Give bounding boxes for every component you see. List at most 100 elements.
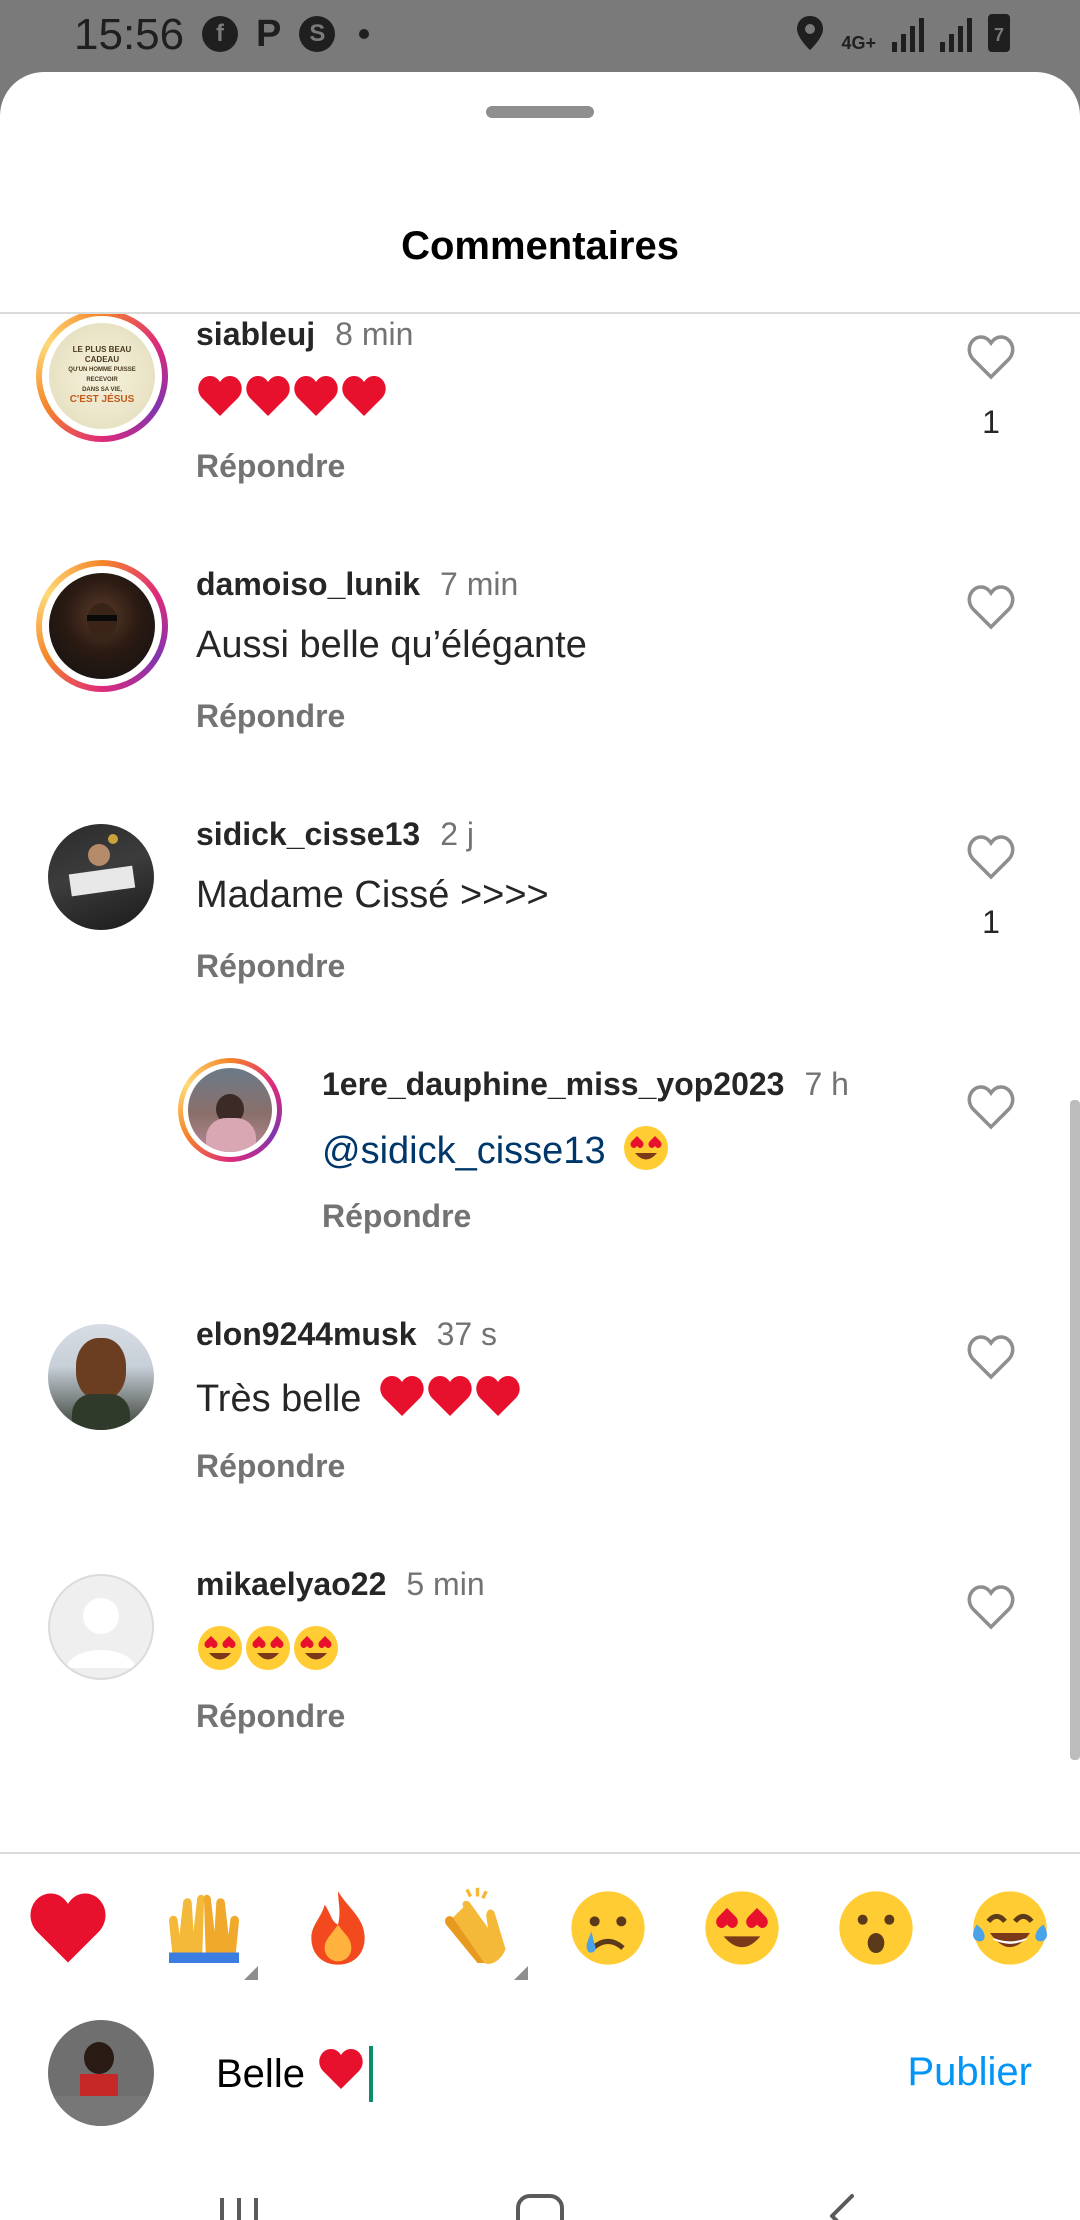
reply-item: 1ere_dauphine_miss_yop2023 7 h @sidick_ci… — [0, 1048, 1080, 1298]
avatar[interactable] — [188, 1068, 272, 1152]
avatar[interactable] — [48, 1574, 154, 1680]
avatar[interactable]: LE PLUS BEAU CADEAU QU'UN HOMME PUISSE R… — [49, 323, 155, 429]
reply-button[interactable]: Répondre — [196, 448, 345, 485]
system-status-icons: 4G+ 7 — [795, 14, 1010, 52]
reply-button[interactable]: Répondre — [322, 1198, 471, 1235]
like-heart-icon[interactable] — [966, 1584, 1016, 1630]
story-ring[interactable]: LE PLUS BEAU CADEAU QU'UN HOMME PUISSE R… — [36, 314, 168, 442]
facebook-icon: f — [202, 16, 238, 52]
reply-button[interactable]: Répondre — [196, 948, 345, 985]
publish-button[interactable]: Publier — [907, 2050, 1032, 2095]
like-count: 1 — [982, 904, 1000, 940]
mention-link[interactable]: @sidick_cisse13 — [322, 1130, 606, 1172]
surprised-face-icon — [839, 1891, 913, 1965]
comment-text: Très belle — [196, 1374, 522, 1428]
comment-username[interactable]: sidick_cisse13 2 j — [196, 816, 474, 853]
heart-emoji — [196, 374, 244, 428]
comment-input-value[interactable]: Belle — [216, 2052, 305, 2097]
sheet-title: Commentaires — [401, 224, 679, 268]
emoji-heart-eyes-button[interactable] — [698, 1884, 786, 1972]
heart-emoji — [340, 374, 388, 428]
reply-button[interactable]: Répondre — [196, 1448, 345, 1485]
comment-text-value: Très belle — [196, 1378, 362, 1421]
story-ring[interactable] — [178, 1058, 282, 1162]
avatar-text: C'EST JÉSUS — [69, 394, 135, 405]
emoji-clapping-button[interactable] — [430, 1884, 528, 1980]
own-avatar[interactable] — [48, 2020, 154, 2126]
heart-eyes-icon — [705, 1891, 779, 1965]
default-user-icon — [66, 1598, 136, 1668]
comment-item: elon9244musk 37 s Très belle Répondre — [0, 1298, 1080, 1548]
like-heart-icon[interactable] — [966, 334, 1016, 380]
comment-username[interactable]: 1ere_dauphine_miss_yop2023 7 h — [322, 1066, 849, 1103]
heart-emoji — [426, 1374, 474, 1428]
more-notifications-icon — [359, 29, 370, 39]
heart-eyes-emoji — [292, 1624, 340, 1682]
emoji-fire-button[interactable] — [294, 1884, 382, 1972]
heart-emoji — [378, 1374, 426, 1428]
system-nav-bar — [0, 2150, 1080, 2220]
username[interactable]: elon9244musk — [196, 1316, 417, 1352]
s-app-icon: S — [299, 16, 336, 52]
heart-emoji-icon — [30, 1893, 106, 1963]
comment-username[interactable]: elon9244musk 37 s — [196, 1316, 497, 1353]
like-heart-icon[interactable] — [966, 834, 1016, 880]
comment-text: Aussi belle qu’élégante — [196, 624, 587, 666]
comment-text — [196, 374, 388, 428]
emoji-heart-button[interactable] — [24, 1884, 112, 1972]
avatar[interactable] — [49, 573, 155, 679]
clapping-hands-icon — [445, 1887, 506, 1964]
comment-composer: Belle Publier — [0, 2000, 1080, 2150]
heart-emoji — [474, 1374, 522, 1428]
emoji-surprised-button[interactable] — [832, 1884, 920, 1972]
comment-text: @sidick_cisse13 — [322, 1124, 670, 1182]
like-count: 1 — [982, 404, 1000, 440]
comment-time: 37 s — [436, 1316, 498, 1352]
comment-item: sidick_cisse13 2 j Madame Cissé >>>> Répo… — [0, 798, 1080, 1048]
username[interactable]: siableuj — [196, 316, 315, 352]
back-icon[interactable] — [822, 2190, 862, 2220]
crying-face-icon — [571, 1891, 645, 1965]
comment-username[interactable]: damoiso_lunik 7 min — [196, 566, 518, 603]
comment-input[interactable]: Belle — [216, 2046, 373, 2102]
comment-time: 7 h — [804, 1066, 849, 1102]
scrollbar[interactable] — [1070, 1100, 1080, 1760]
like-heart-icon[interactable] — [966, 584, 1016, 630]
heart-emoji — [292, 374, 340, 428]
comment-text: Madame Cissé >>>> — [196, 874, 549, 916]
status-bar: 15:56 f P S 4G+ 7 — [0, 0, 1080, 72]
emoji-laughing-button[interactable] — [966, 1884, 1054, 1972]
heart-eyes-emoji — [244, 1624, 292, 1682]
comment-username[interactable]: mikaelyao22 5 min — [196, 1566, 485, 1603]
username[interactable]: sidick_cisse13 — [196, 816, 420, 852]
comment-username[interactable]: siableuj 8 min — [196, 316, 413, 353]
emoji-crying-button[interactable] — [564, 1884, 652, 1972]
comments-sheet: Commentaires LE PLUS BEAU CADEAU QU'UN H… — [0, 72, 1080, 2220]
drag-handle[interactable] — [486, 106, 594, 118]
home-icon[interactable] — [514, 2190, 566, 2220]
username[interactable]: damoiso_lunik — [196, 566, 420, 602]
location-icon — [797, 16, 824, 50]
notification-icons: f P S — [202, 15, 370, 53]
comment-time: 5 min — [406, 1566, 485, 1602]
text-caret — [368, 2046, 373, 2102]
recent-apps-icon[interactable] — [214, 2190, 264, 2220]
comment-item: mikaelyao22 5 min Répondre — [0, 1548, 1080, 1798]
avatar[interactable] — [48, 824, 154, 930]
signal-2-icon — [940, 16, 972, 52]
username[interactable]: 1ere_dauphine_miss_yop2023 — [322, 1066, 784, 1102]
emoji-raised-hands-button[interactable] — [160, 1884, 258, 1980]
reply-button[interactable]: Répondre — [196, 1698, 345, 1735]
signal-icon — [892, 16, 924, 52]
avatar-text: QU'UN HOMME PUISSE RECEVOIR — [68, 367, 136, 383]
like-heart-icon[interactable] — [966, 1334, 1016, 1380]
comments-list[interactable]: LE PLUS BEAU CADEAU QU'UN HOMME PUISSE R… — [0, 314, 1080, 1850]
battery-icon: 7 — [988, 14, 1010, 52]
avatar[interactable] — [48, 1324, 154, 1430]
heart-emoji — [317, 2047, 365, 2101]
username[interactable]: mikaelyao22 — [196, 1566, 386, 1602]
story-ring[interactable] — [36, 560, 168, 692]
like-heart-icon[interactable] — [966, 1084, 1016, 1130]
comment-item: damoiso_lunik 7 min Aussi belle qu’élégan… — [0, 548, 1080, 798]
reply-button[interactable]: Répondre — [196, 698, 345, 735]
